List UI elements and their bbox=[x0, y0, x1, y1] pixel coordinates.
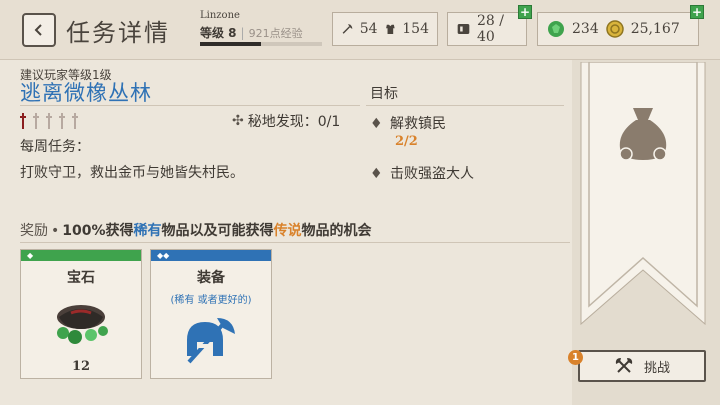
defense-value: 154 bbox=[402, 21, 429, 37]
reward-text-b: 物品以及可能获得 bbox=[161, 223, 274, 239]
dagger-icon bbox=[72, 113, 78, 129]
reward-card-title: 装备 bbox=[197, 270, 225, 286]
level-separator: | bbox=[240, 25, 245, 40]
page-title: 任务详情 bbox=[66, 19, 170, 47]
slots-value: 28 / 40 bbox=[476, 13, 504, 45]
secret-discovery-label: 秘地发现：0/1 bbox=[247, 114, 341, 130]
add-slots-button[interactable]: + bbox=[518, 5, 532, 19]
reward-prefix: 奖励 bbox=[20, 223, 48, 239]
legendary-label: 传说 bbox=[273, 223, 302, 239]
gem-pouch-icon bbox=[57, 305, 108, 344]
axe-icon bbox=[342, 24, 353, 34]
player-name: Linzone bbox=[200, 10, 240, 21]
dagger-icon bbox=[59, 113, 65, 129]
compass-icon: ✣ bbox=[232, 113, 244, 129]
combat-stats[interactable]: 54 154 bbox=[332, 12, 438, 46]
dagger-icon bbox=[46, 113, 52, 129]
gems-value: 234 bbox=[572, 21, 599, 37]
objective-progress: 2/2 bbox=[395, 134, 418, 149]
reward-description: 奖励 • 100%获得稀有物品以及可能获得传说物品的机会 bbox=[20, 220, 372, 240]
attack-value: 54 bbox=[359, 21, 378, 37]
back-button[interactable] bbox=[22, 13, 56, 47]
player-level: 等级 8 bbox=[200, 26, 237, 40]
objective-label: 击败强盗大人 bbox=[390, 166, 474, 182]
reward-count: 12 bbox=[71, 359, 91, 374]
divider bbox=[20, 105, 360, 106]
divider bbox=[20, 242, 570, 243]
reward-card-gems[interactable]: ◆ 宝石 12 bbox=[20, 249, 142, 379]
reward-text-a: 100%获得 bbox=[62, 223, 134, 239]
gear-axe-helmet-icon bbox=[187, 318, 235, 364]
divider bbox=[366, 105, 564, 106]
gold-coin-icon bbox=[605, 20, 624, 38]
challenge-button[interactable]: 挑战 bbox=[578, 350, 706, 382]
dagger-icon bbox=[33, 113, 39, 129]
rarity-marks: ◆ bbox=[27, 250, 34, 260]
loot-banner bbox=[580, 62, 706, 326]
armor-icon bbox=[385, 24, 395, 34]
player-xp: 921点经验 bbox=[248, 26, 303, 40]
diamond-icon: ♦ bbox=[370, 116, 383, 132]
weekly-quest-label: 每周任务： bbox=[20, 139, 90, 155]
level-row: 等级 8 | 921点经验 bbox=[200, 24, 303, 41]
objectives-header: 目标 bbox=[370, 86, 398, 102]
reward-text-c: 物品的机会 bbox=[301, 223, 372, 239]
inventory-icon bbox=[457, 24, 470, 34]
secret-discovery: ✣ 秘地发现：0/1 bbox=[232, 111, 340, 131]
rarity-marks: ◆◆ bbox=[157, 250, 170, 260]
chevron-left-icon bbox=[34, 24, 42, 36]
crossed-axes-icon bbox=[615, 358, 633, 373]
rarity-band: ◆◆ bbox=[151, 250, 271, 261]
rare-label: 稀有 bbox=[133, 223, 162, 239]
challenge-label: 挑战 bbox=[643, 360, 670, 376]
diamond-icon: ♦ bbox=[370, 166, 383, 182]
add-currency-button[interactable]: + bbox=[690, 5, 704, 19]
notification-badge: 1 bbox=[568, 350, 583, 365]
objective-label: 解救镇民 bbox=[390, 116, 446, 132]
rarity-band: ◆ bbox=[21, 250, 141, 261]
gold-value: 25,167 bbox=[630, 21, 680, 37]
quest-description: 打败守卫，救出金币与她皆失村民。 bbox=[20, 165, 244, 181]
reward-bullet: • bbox=[51, 223, 60, 239]
dagger-icon bbox=[20, 113, 26, 129]
inventory-slots[interactable]: 28 / 40 + bbox=[447, 5, 532, 46]
objective-item: ♦ 击败强盗大人 bbox=[370, 163, 474, 183]
currency-box[interactable]: 234 25,167 + bbox=[537, 5, 704, 46]
difficulty-rating bbox=[20, 113, 78, 129]
top-bar: 任务详情 Linzone 等级 8 | 921点经验 54 154 28 / 4… bbox=[0, 0, 720, 60]
reward-card-title: 宝石 bbox=[67, 270, 95, 286]
reward-card-subtitle: (稀有 或者更好的) bbox=[170, 295, 252, 306]
quest-title: 逃离微橡丛林 bbox=[20, 81, 152, 105]
objective-item: ♦ 解救镇民 bbox=[370, 113, 446, 133]
xp-bar-fill bbox=[200, 42, 261, 46]
reward-card-gear[interactable]: ◆◆ 装备 (稀有 或者更好的) bbox=[150, 249, 272, 379]
gem-icon bbox=[548, 21, 564, 37]
xp-bar bbox=[200, 42, 322, 46]
